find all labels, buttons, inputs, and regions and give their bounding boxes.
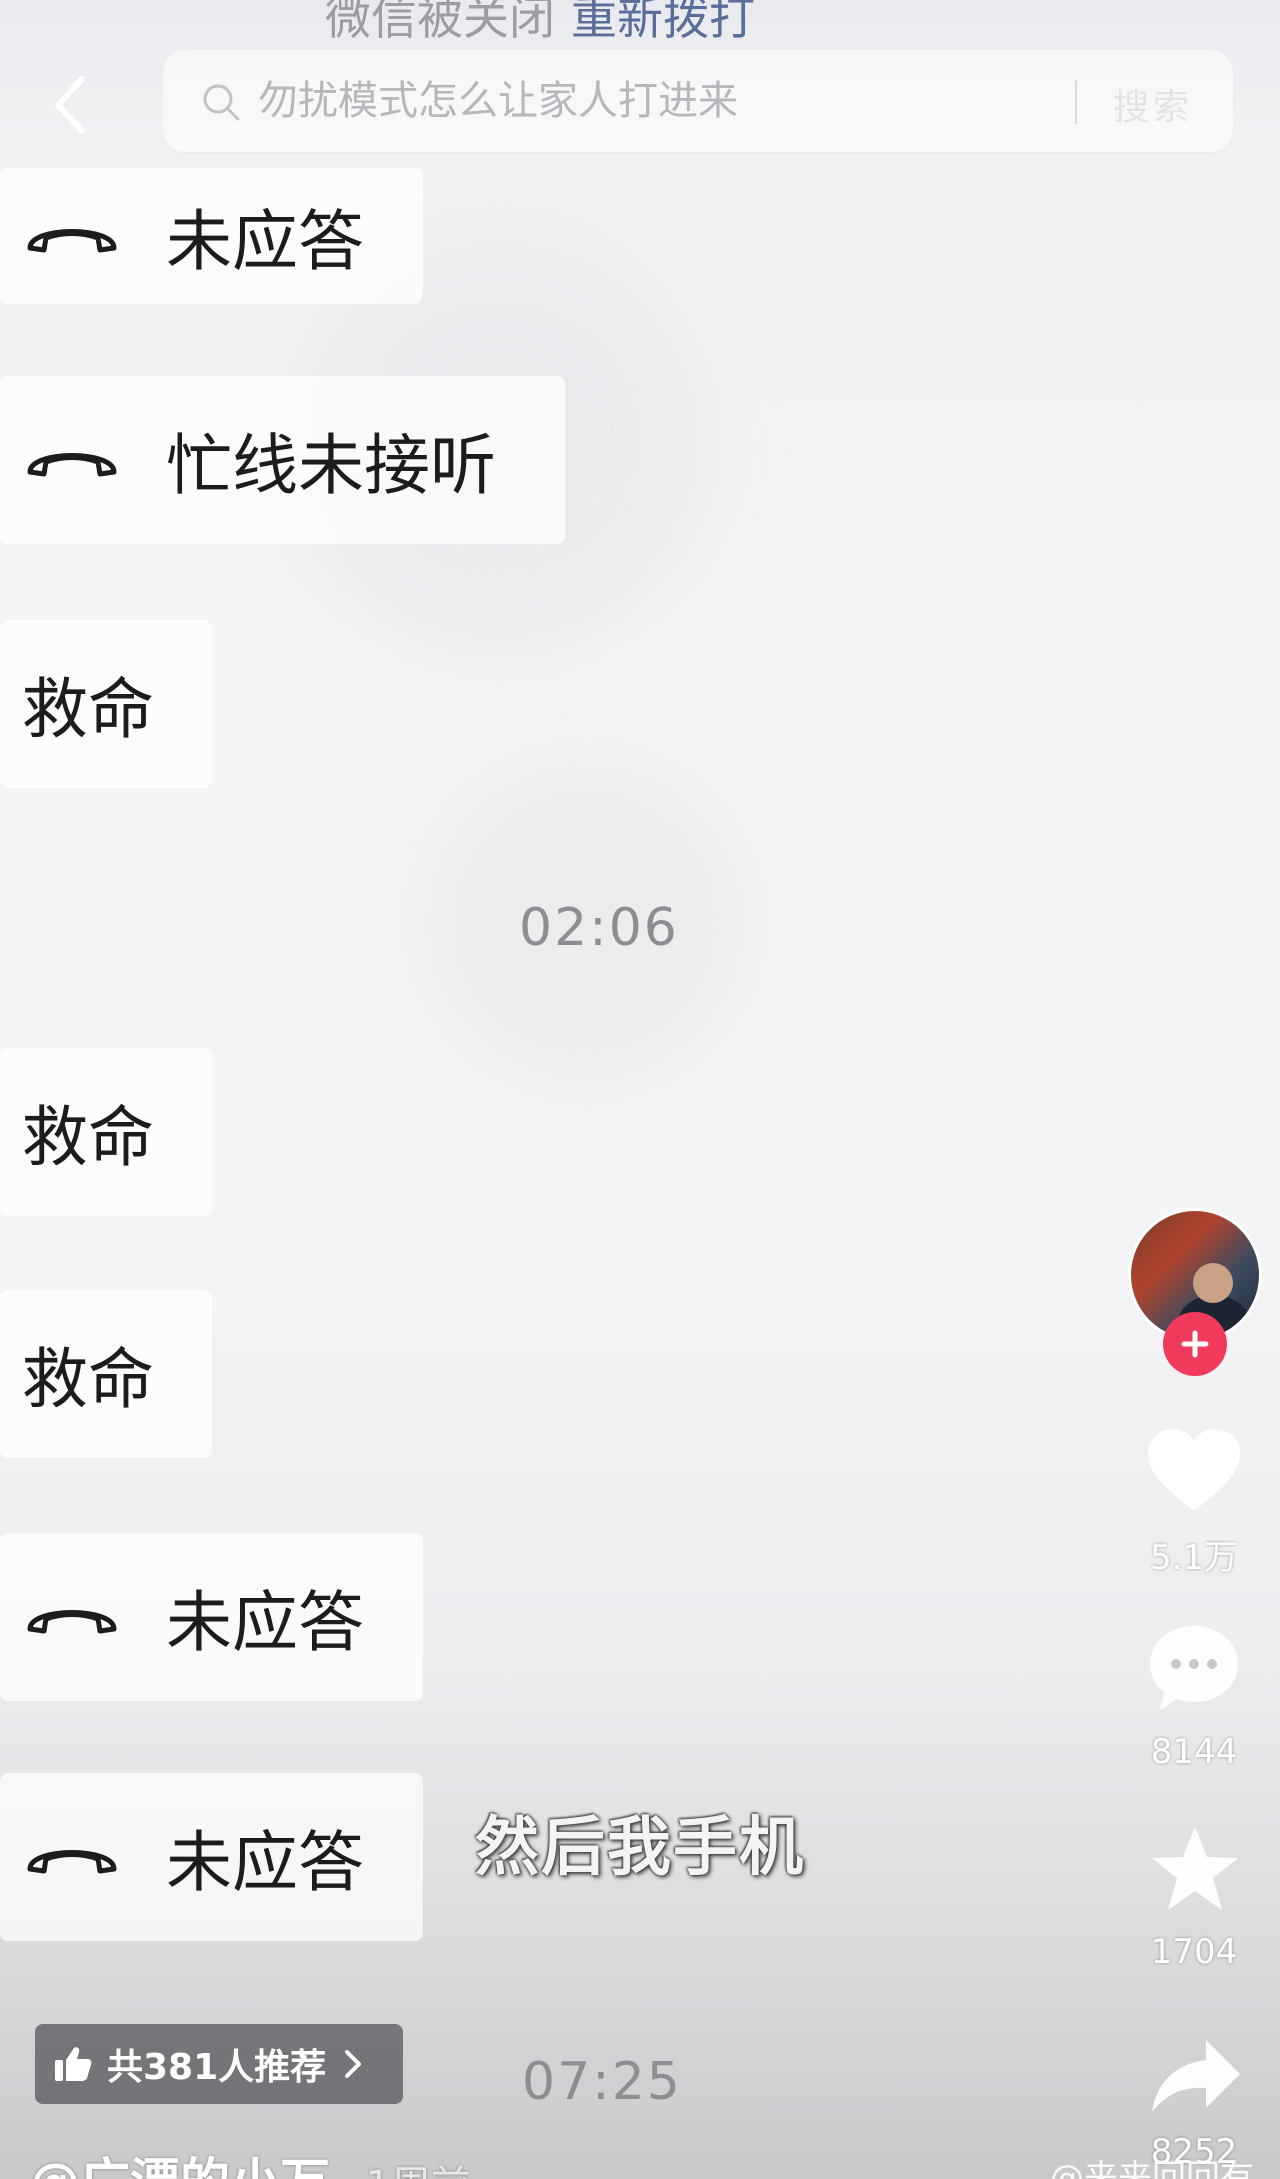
search-divider — [1075, 80, 1077, 124]
like-button[interactable] — [1146, 1426, 1242, 1514]
recommend-label: 共381人推荐 — [107, 2047, 327, 2088]
call-status-text: 未应答 — [166, 1584, 364, 1661]
video-subtitle: 然后我手机 — [475, 1810, 805, 1885]
call-icon — [27, 229, 117, 253]
share-button[interactable] — [1150, 2036, 1242, 2116]
text-message: 救命 — [0, 1290, 212, 1458]
message-text: 救命 — [22, 1341, 154, 1418]
like-count: 5.1万 — [1149, 1538, 1239, 1578]
top-cut-status-text: 微信被关闭 — [325, 0, 555, 45]
call-status-text: 未应答 — [166, 1824, 364, 1901]
call-status-text: 忙线未接听 — [166, 427, 496, 504]
star-icon — [1152, 1827, 1238, 1910]
call-status-text: 未应答 — [166, 203, 364, 280]
comment-icon — [1150, 1626, 1238, 1710]
call-message: 未应答 — [0, 168, 423, 304]
watermark: @来来回回有 — [1050, 2158, 1254, 2179]
heart-icon — [1148, 1429, 1240, 1511]
chat-timestamp: 07:25 — [522, 2052, 682, 2112]
call-message: 未应答 — [0, 1533, 423, 1701]
comment-count: 8144 — [1150, 1732, 1238, 1772]
search-bar[interactable]: 勿扰模式怎么让家人打进来 搜索 — [163, 50, 1233, 152]
thumbs-up-icon — [55, 2047, 92, 2081]
post-time: · 1周前 — [340, 2163, 471, 2179]
video-screen: 微信被关闭 重新拨打 勿扰模式怎么让家人打进来 搜索 未应答 忙线未接听 救命 0… — [0, 0, 1280, 2179]
chevron-right-icon — [345, 2050, 362, 2078]
search-icon — [203, 84, 240, 121]
call-icon — [27, 1850, 117, 1874]
follow-button[interactable] — [1163, 1312, 1227, 1376]
recommend-pill[interactable]: 共381人推荐 — [35, 2024, 403, 2104]
text-message: 救命 — [0, 620, 212, 788]
call-message: 忙线未接听 — [0, 376, 565, 544]
author-name[interactable]: @广漂的小万 — [30, 2153, 330, 2179]
redial-link[interactable]: 重新拨打 — [571, 0, 755, 45]
text-message: 救命 — [0, 1048, 212, 1216]
call-message: 未应答 — [0, 1773, 423, 1941]
share-icon — [1152, 2040, 1240, 2112]
call-icon — [27, 1610, 117, 1634]
back-button[interactable] — [40, 70, 100, 140]
search-placeholder[interactable]: 勿扰模式怎么让家人打进来 — [258, 72, 738, 130]
message-text: 救命 — [22, 1099, 154, 1176]
search-button[interactable]: 搜索 — [1113, 78, 1193, 130]
back-icon — [55, 76, 85, 134]
comment-button[interactable] — [1146, 1620, 1242, 1716]
avatar-face — [1193, 1263, 1233, 1303]
message-text: 救命 — [22, 671, 154, 748]
chat-timestamp: 02:06 — [519, 898, 679, 958]
favorite-count: 1704 — [1150, 1932, 1238, 1972]
call-icon — [27, 453, 117, 477]
author-line[interactable]: @广漂的小万 · 1周前 — [30, 2142, 471, 2179]
top-cut-status: 微信被关闭 重新拨打 — [325, 0, 755, 48]
plus-icon — [1181, 1330, 1209, 1358]
favorite-button[interactable] — [1150, 1824, 1240, 1914]
